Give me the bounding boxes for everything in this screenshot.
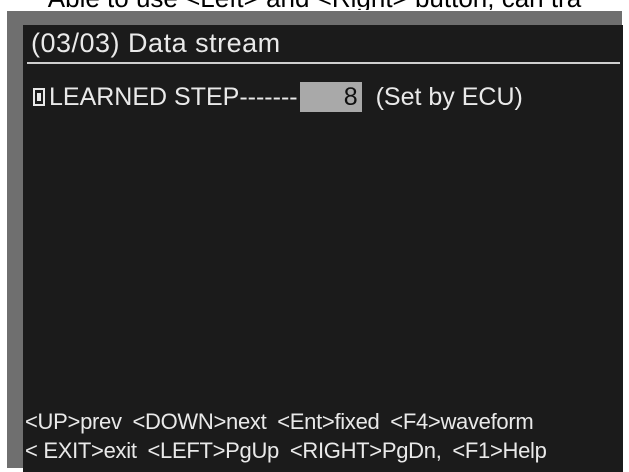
screen-title: (03/03) Data stream xyxy=(31,28,281,58)
title-divider xyxy=(27,62,620,64)
key-enter[interactable]: <Ent>fixed xyxy=(277,409,380,434)
key-left[interactable]: <LEFT>PgUp xyxy=(147,438,279,463)
key-exit[interactable]: < EXIT>exit xyxy=(25,438,137,463)
footer-keys-line-1: <UP>prev <DOWN>next <Ent>fixed <F4>wavef… xyxy=(25,409,538,435)
key-right[interactable]: <RIGHT>PgDn, xyxy=(290,438,442,463)
key-down[interactable]: <DOWN>next xyxy=(132,409,266,434)
diagnostic-screen: (03/03) Data stream LEARNED STEP------- … xyxy=(23,25,623,472)
footer-keys-line-2: < EXIT>exit <LEFT>PgUp <RIGHT>PgDn, <F1>… xyxy=(25,438,552,464)
row-value: 8 xyxy=(299,82,362,112)
row-selector-icon xyxy=(33,88,45,106)
row-note: (Set by ECU) xyxy=(375,82,523,111)
device-frame: (03/03) Data stream LEARNED STEP------- … xyxy=(7,11,623,472)
key-f4[interactable]: <F4>waveform xyxy=(390,409,533,434)
row-label: LEARNED STEP------- xyxy=(49,82,298,111)
top-caption-text: Able to use <Left> and <Right> button, c… xyxy=(0,0,629,10)
key-up[interactable]: <UP>prev xyxy=(25,409,122,434)
key-f1[interactable]: <F1>Help xyxy=(452,438,547,463)
data-row-learned-step[interactable]: LEARNED STEP------- 8 (Set by ECU) xyxy=(33,81,523,113)
